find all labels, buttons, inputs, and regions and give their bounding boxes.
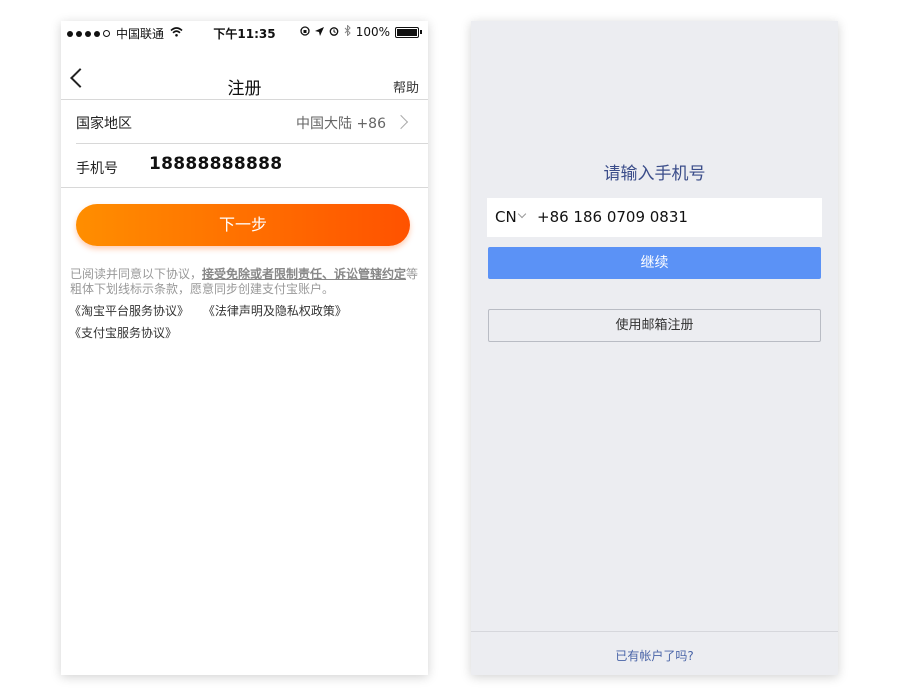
country-code-select[interactable]: CN — [495, 208, 517, 226]
battery-icon — [395, 26, 419, 38]
agreement-prefix: 已阅读并同意以下协议， — [70, 267, 203, 281]
location-icon — [314, 25, 324, 39]
have-account-link[interactable]: 已有帐户了吗? — [471, 647, 838, 664]
help-link[interactable]: 帮助 — [393, 77, 419, 96]
phone-number-input[interactable]: +86 186 0709 0831 — [537, 208, 688, 226]
taobao-register-screen: 中国联通 下午11:35 100% 注册 帮助 国家地区 中国大陆 +86 手机… — [61, 21, 428, 675]
continue-button[interactable]: 继续 — [488, 247, 821, 279]
phone-row: 手机号 18888888888 — [61, 144, 428, 188]
region-value: 中国大陆 +86 — [296, 116, 386, 132]
bluetooth-icon — [344, 24, 351, 39]
alarm-icon — [329, 25, 339, 39]
orientation-lock-icon — [300, 25, 310, 39]
chevron-down-icon — [517, 209, 527, 219]
next-step-button[interactable]: 下一步 — [76, 204, 410, 246]
nav-bar: 注册 帮助 — [61, 43, 428, 99]
legal-privacy-policy-link[interactable]: 《法律声明及隐私权政策》 — [203, 304, 347, 318]
region-row[interactable]: 国家地区 中国大陆 +86 — [61, 100, 428, 143]
phone-input-box: CN +86 186 0709 0831 — [487, 198, 822, 237]
alipay-agreement-row: 《支付宝服务协议》 — [69, 324, 177, 341]
battery-tip — [420, 30, 422, 34]
phone-signup-screen: 请输入手机号 CN +86 186 0709 0831 继续 使用邮箱注册 已有… — [471, 21, 838, 675]
battery-percent: 100% — [355, 25, 390, 39]
taobao-service-agreement-link[interactable]: 《淘宝平台服务协议》 — [69, 304, 189, 318]
alipay-service-agreement-link[interactable]: 《支付宝服务协议》 — [69, 326, 177, 340]
chevron-right-icon — [393, 114, 409, 130]
agreement-bold-terms: 接受免除或者限制责任、诉讼管辖约定 — [202, 267, 407, 281]
enter-phone-title: 请输入手机号 — [603, 164, 706, 184]
agreement-text: 已阅读并同意以下协议，接受免除或者限制责任、诉讼管辖约定等粗体下划线标示条款，愿… — [70, 267, 420, 297]
phone-label: 手机号 — [76, 161, 118, 177]
page-title: 注册 — [227, 79, 262, 99]
divider — [61, 187, 428, 188]
status-bar: 中国联通 下午11:35 100% — [61, 21, 428, 43]
region-label: 国家地区 — [76, 116, 132, 132]
status-right: 100% — [300, 24, 422, 39]
agreement-links-row: 《淘宝平台服务协议》 《法律声明及隐私权政策》 — [69, 302, 347, 319]
divider — [471, 631, 838, 632]
email-signup-button[interactable]: 使用邮箱注册 — [488, 309, 821, 342]
phone-input[interactable]: 18888888888 — [149, 154, 282, 174]
